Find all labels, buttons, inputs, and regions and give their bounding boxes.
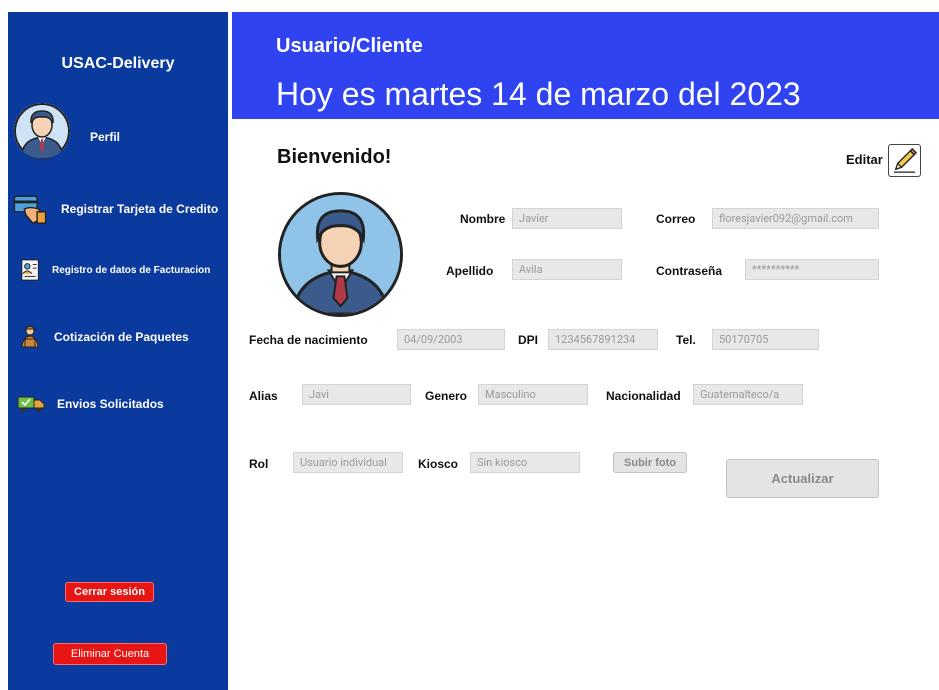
- sidebar-item-label: Registro de datos de Facturacion: [52, 264, 211, 276]
- nombre-field[interactable]: [512, 208, 622, 229]
- kiosco-field[interactable]: [470, 452, 580, 473]
- profile-avatar[interactable]: [14, 103, 70, 159]
- dpi-label: DPI: [518, 333, 539, 347]
- fecha-nacimiento-label: Fecha de nacimiento: [249, 333, 368, 347]
- sidebar-item-registrar-tarjeta[interactable]: Registrar Tarjeta de Credito: [13, 192, 218, 226]
- alias-field[interactable]: [302, 384, 411, 405]
- sidebar-item-perfil[interactable]: Perfil: [90, 130, 120, 144]
- user-avatar-icon: [281, 195, 400, 314]
- sidebar: USAC-Delivery Perfil Registrar Tarjeta d…: [8, 12, 228, 690]
- dpi-field[interactable]: [548, 329, 658, 350]
- sidebar-item-cotizacion[interactable]: Cotización de Paquetes: [18, 324, 189, 350]
- sidebar-item-facturacion[interactable]: Registro de datos de Facturacion: [20, 258, 210, 282]
- nacionalidad-label: Nacionalidad: [606, 389, 681, 403]
- logout-button[interactable]: Cerrar sesión: [65, 582, 154, 602]
- edit-button[interactable]: [888, 144, 921, 177]
- update-button[interactable]: Actualizar: [726, 459, 879, 498]
- edit-label: Editar: [846, 152, 883, 167]
- pencil-icon: [893, 147, 918, 173]
- genero-label: Genero: [425, 389, 468, 403]
- upload-photo-button[interactable]: Subir foto: [613, 452, 687, 473]
- date-text: Hoy es martes 14 de marzo del 2023: [276, 76, 801, 112]
- header-banner: Usuario/Cliente Hoy es martes 14 de marz…: [232, 12, 939, 119]
- delivery-truck-icon: [17, 396, 45, 413]
- apellido-field[interactable]: [512, 259, 622, 280]
- welcome-heading: Bienvenido!: [277, 146, 392, 168]
- nacionalidad-field[interactable]: [693, 384, 803, 405]
- contrasena-label: Contraseña: [656, 264, 723, 278]
- tel-field[interactable]: [712, 329, 819, 350]
- tel-label: Tel.: [676, 333, 696, 347]
- profile-photo: [278, 192, 403, 317]
- user-avatar-icon: [14, 103, 70, 159]
- sidebar-item-label: Registrar Tarjeta de Credito: [61, 202, 219, 216]
- sidebar-item-label: Perfil: [90, 130, 121, 144]
- delete-account-button[interactable]: Eliminar Cuenta: [53, 643, 167, 665]
- courier-icon: [21, 326, 39, 348]
- sidebar-item-envios[interactable]: Envios Solicitados: [16, 394, 164, 414]
- role-title: Usuario/Cliente: [276, 35, 423, 57]
- rol-label: Rol: [249, 457, 269, 471]
- correo-field[interactable]: [712, 208, 879, 229]
- alias-label: Alias: [249, 389, 278, 403]
- password-field[interactable]: [745, 259, 879, 280]
- sidebar-item-label: Envios Solicitados: [57, 397, 164, 411]
- app-title: USAC-Delivery: [61, 55, 175, 72]
- genero-field[interactable]: [478, 384, 588, 405]
- fecha-nacimiento-field[interactable]: [397, 329, 505, 350]
- rol-field[interactable]: [293, 452, 403, 473]
- invoice-icon: [21, 259, 39, 281]
- apellido-label: Apellido: [446, 264, 494, 278]
- sidebar-item-label: Cotización de Paquetes: [54, 330, 189, 344]
- nombre-label: Nombre: [460, 212, 506, 226]
- kiosco-label: Kiosco: [418, 457, 459, 471]
- credit-card-icon: [13, 195, 47, 225]
- correo-label: Correo: [656, 212, 696, 226]
